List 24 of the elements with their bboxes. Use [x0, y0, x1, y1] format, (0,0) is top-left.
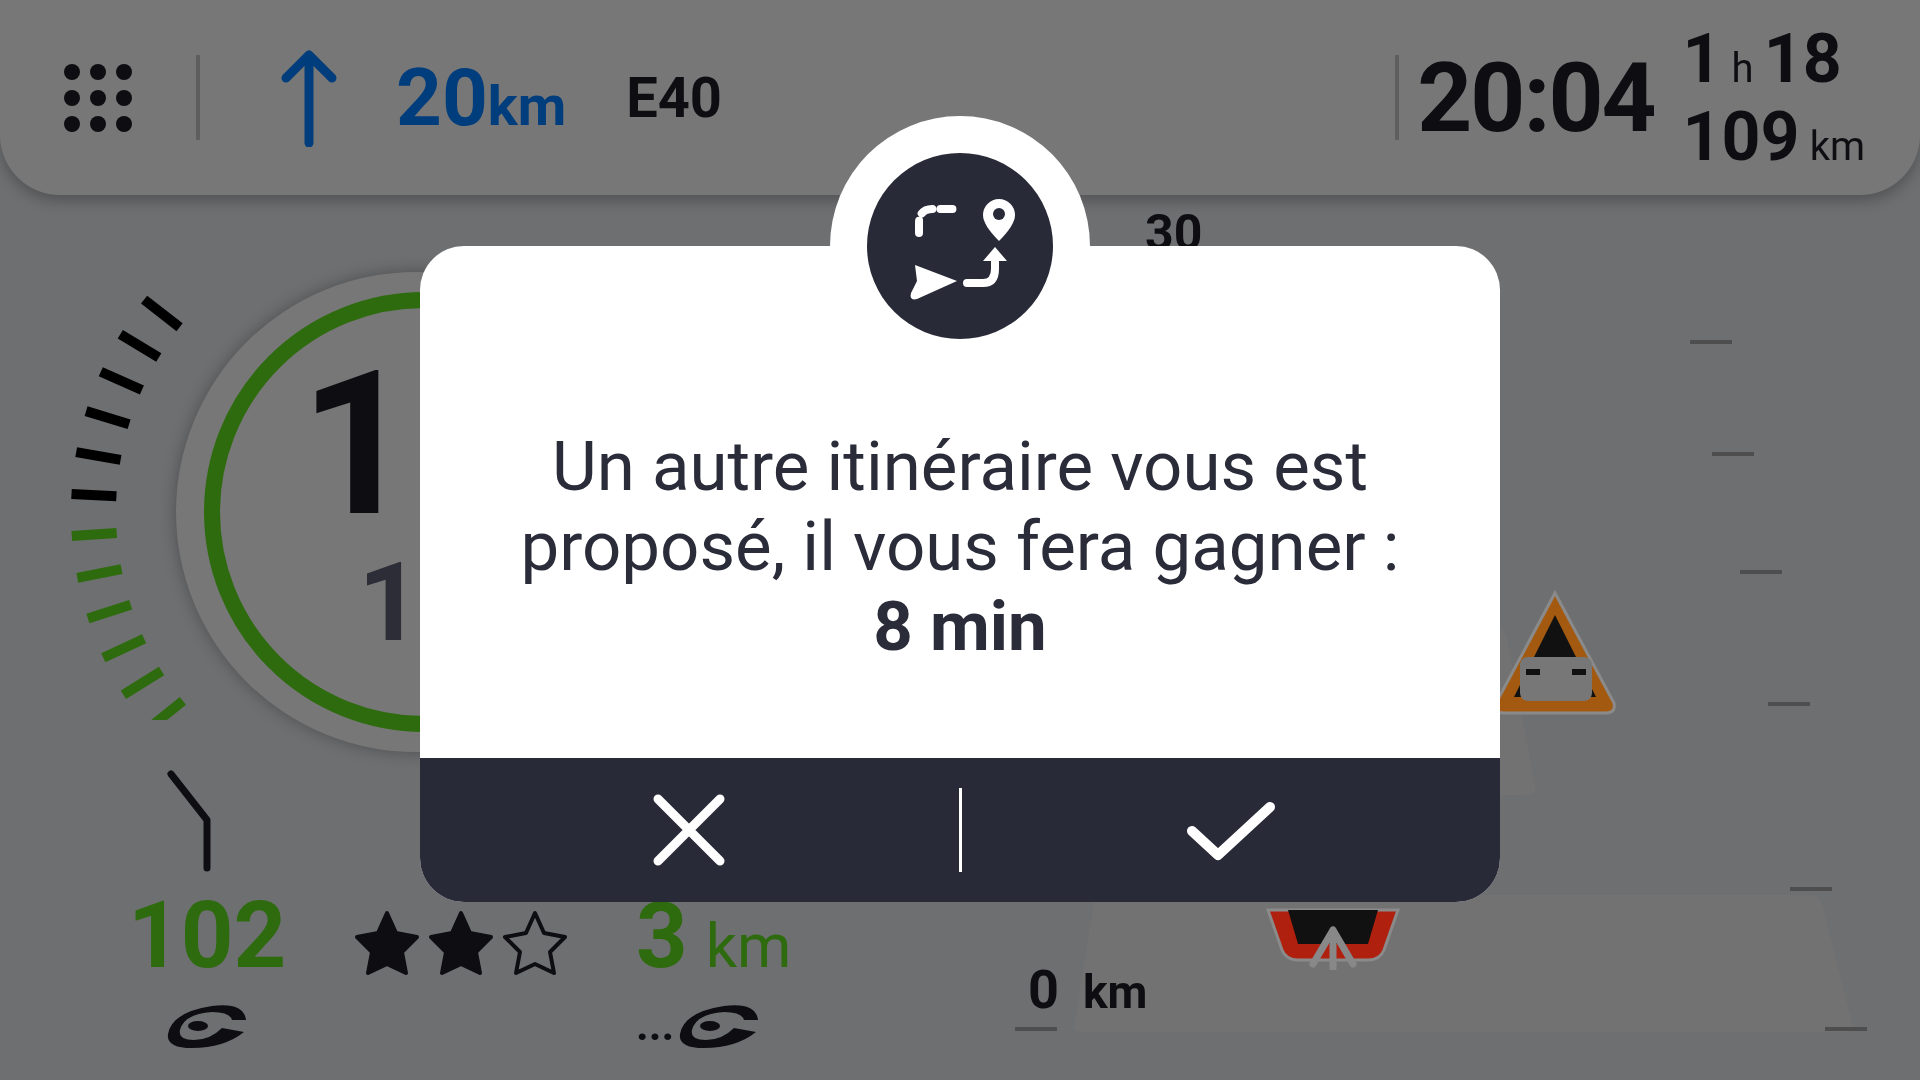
distance-unit: km — [1083, 969, 1148, 1015]
distance-unit: km — [705, 915, 792, 977]
distance-unit: km — [1809, 122, 1865, 170]
alert-distance: 3 — [636, 892, 688, 982]
current-speed: 102 — [128, 890, 287, 982]
menu-icon[interactable] — [62, 61, 134, 134]
road-name: E40 — [626, 64, 722, 131]
star-icon — [352, 908, 422, 978]
arrow-up-icon — [280, 48, 338, 147]
arrival-time: 20:04 — [1417, 41, 1655, 154]
star-outline-icon — [500, 908, 570, 978]
duration-minutes: 18 — [1763, 19, 1842, 98]
star-icon — [426, 908, 496, 978]
time-saved: 8 min — [873, 587, 1047, 667]
route-icon — [867, 153, 1053, 339]
next-turn-distance: 20km — [396, 50, 567, 145]
limit-digit: 1 — [358, 548, 422, 658]
duration-hours: 1 — [1682, 19, 1722, 98]
distance-label: 0 — [1028, 963, 1059, 1017]
dialog-message: Un autre itinéraire vous est proposé, il vous fera gagner : — [519, 427, 1401, 587]
ellipsis-text: ... — [636, 1003, 675, 1047]
hours-unit: h — [1731, 44, 1754, 92]
remaining-distance: 109 — [1682, 97, 1800, 176]
speed-digit: 1 — [300, 345, 415, 545]
